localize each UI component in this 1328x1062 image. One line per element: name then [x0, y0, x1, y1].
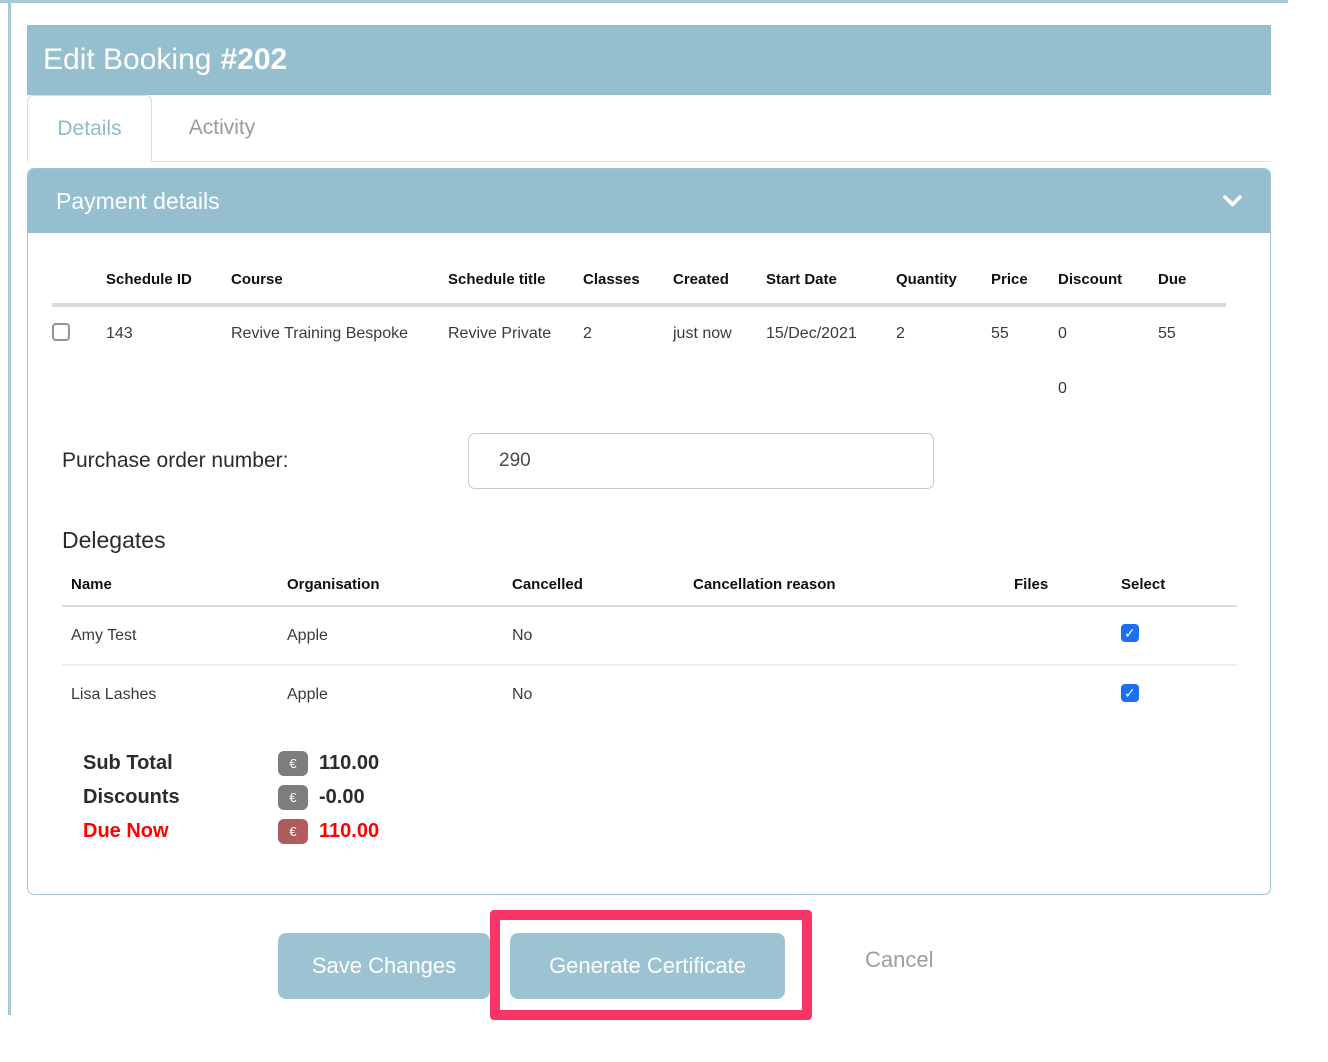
footer-actions: Save Changes Generate Certificate Cancel [27, 895, 1271, 1055]
delegates-col-organisation: Organisation [278, 564, 503, 606]
subtotal-label: Sub Total [83, 752, 278, 775]
delegates-col-cancellation-reason: Cancellation reason [684, 564, 1014, 606]
payment-details-title: Payment details [56, 188, 220, 215]
due-now-row: Due Now € 110.00 [83, 814, 1246, 848]
delegates-heading: Delegates [62, 527, 1246, 554]
booking-number: #202 [220, 43, 287, 77]
course-cell: Revive Training Bespoke [231, 305, 448, 361]
purchase-order-label: Purchase order number: [62, 449, 468, 473]
check-icon: ✓ [1124, 625, 1136, 642]
schedule-col-discount: Discount [1058, 255, 1158, 305]
schedule-table: Schedule ID Course Schedule title Classe… [52, 255, 1226, 417]
page-title-text: Edit Booking [43, 43, 211, 77]
delegates-col-cancelled: Cancelled [503, 564, 684, 606]
delegates-col-files: Files [1014, 564, 1121, 606]
chevron-down-icon[interactable] [1223, 195, 1242, 208]
delegate-files [1014, 665, 1121, 724]
delegates-col-select: Select [1121, 564, 1237, 606]
classes-cell: 2 [583, 305, 673, 361]
delegates-col-name: Name [62, 564, 278, 606]
edit-booking-page: Edit Booking #202 Details Activity Payme… [27, 25, 1271, 1055]
schedule-discount-total-row: 0 [52, 361, 1226, 417]
discount-cell: 0 [1058, 305, 1158, 361]
totals-block: Sub Total € 110.00 Discounts € -0.00 Due… [83, 746, 1246, 848]
schedule-col-course: Course [231, 255, 448, 305]
purchase-order-input[interactable] [468, 433, 934, 489]
schedule-col-schedule-title: Schedule title [448, 255, 583, 305]
delegate-organisation: Apple [278, 665, 503, 724]
due-now-label: Due Now [83, 820, 278, 843]
tab-details[interactable]: Details [27, 95, 152, 162]
discounts-row: Discounts € -0.00 [83, 780, 1246, 814]
page-top-border [0, 0, 1288, 3]
payment-details-content: Schedule ID Course Schedule title Classe… [28, 233, 1270, 848]
delegate-name: Amy Test [62, 606, 278, 665]
page-title: Edit Booking #202 [27, 25, 1271, 95]
tab-details-label: Details [57, 117, 121, 141]
discounts-value: -0.00 [319, 786, 365, 809]
start-date-cell: 15/Dec/2021 [766, 305, 896, 361]
discount-total-cell: 0 [1058, 361, 1158, 417]
purchase-order-row: Purchase order number: [62, 433, 1246, 489]
delegate-cancelled: No [503, 665, 684, 724]
euro-icon: € [278, 819, 308, 844]
generate-certificate-button[interactable]: Generate Certificate [510, 933, 785, 999]
schedule-id-cell: 143 [106, 305, 231, 361]
schedule-col-schedule-id: Schedule ID [106, 255, 231, 305]
delegate-cancelled: No [503, 606, 684, 665]
schedule-row: ✓ 143 Revive Training Bespoke Revive Pri… [52, 305, 1226, 361]
payment-details-panel: Payment details Schedule ID [27, 168, 1271, 895]
save-changes-button[interactable]: Save Changes [278, 933, 490, 999]
delegate-name: Lisa Lashes [62, 665, 278, 724]
schedule-col-checkbox [52, 255, 106, 305]
cancel-link[interactable]: Cancel [865, 947, 933, 973]
delegate-files [1014, 606, 1121, 665]
quantity-cell: 2 [896, 305, 991, 361]
delegate-cancellation-reason [684, 606, 1014, 665]
delegate-row: Lisa Lashes Apple No ✓ [62, 665, 1237, 724]
subtotal-row: Sub Total € 110.00 [83, 746, 1246, 780]
subtotal-value: 110.00 [319, 752, 379, 775]
schedule-col-created: Created [673, 255, 766, 305]
delegate-cancellation-reason [684, 665, 1014, 724]
check-icon: ✓ [1124, 685, 1136, 702]
euro-icon: € [278, 751, 308, 776]
created-cell: just now [673, 305, 766, 361]
schedule-col-price: Price [991, 255, 1058, 305]
tab-activity[interactable]: Activity [152, 95, 292, 161]
page-left-border [8, 0, 11, 1015]
schedule-title-cell: Revive Private [448, 305, 583, 361]
delegate-select-checkbox[interactable]: ✓ [1121, 684, 1139, 702]
delegate-select-checkbox[interactable]: ✓ [1121, 624, 1139, 642]
delegate-row: Amy Test Apple No ✓ [62, 606, 1237, 665]
due-cell: 55 [1158, 305, 1226, 361]
schedule-col-classes: Classes [583, 255, 673, 305]
schedule-row-checkbox[interactable]: ✓ [52, 323, 70, 341]
tab-activity-label: Activity [189, 116, 256, 140]
delegates-header-row: Name Organisation Cancelled Cancellation… [62, 564, 1237, 606]
delegates-table: Name Organisation Cancelled Cancellation… [62, 564, 1237, 724]
delegate-organisation: Apple [278, 606, 503, 665]
schedule-col-due: Due [1158, 255, 1226, 305]
euro-icon: € [278, 785, 308, 810]
schedule-col-start-date: Start Date [766, 255, 896, 305]
tab-bar: Details Activity [27, 95, 1271, 162]
payment-details-header[interactable]: Payment details [28, 169, 1270, 233]
due-now-value: 110.00 [319, 820, 379, 843]
schedule-header-row: Schedule ID Course Schedule title Classe… [52, 255, 1226, 305]
price-cell: 55 [991, 305, 1058, 361]
discounts-label: Discounts [83, 786, 278, 809]
schedule-col-quantity: Quantity [896, 255, 991, 305]
